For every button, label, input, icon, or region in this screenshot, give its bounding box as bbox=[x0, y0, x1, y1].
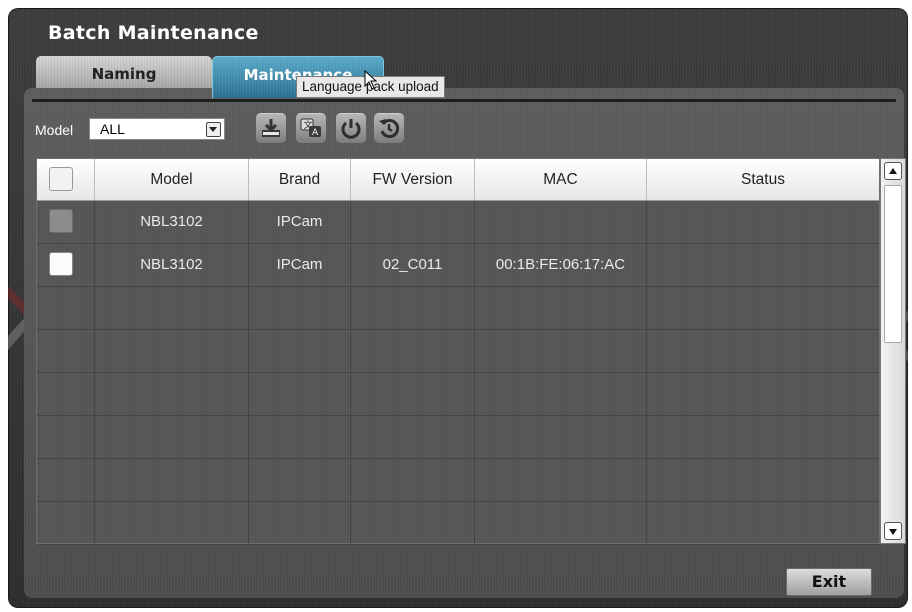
empty-cell bbox=[249, 373, 351, 415]
mouse-pointer-icon bbox=[364, 70, 378, 90]
empty-table-row bbox=[37, 459, 879, 502]
column-header-mac[interactable]: MAC bbox=[475, 159, 647, 200]
cell-status bbox=[647, 244, 879, 286]
exit-button[interactable]: Exit bbox=[786, 568, 872, 596]
empty-cell bbox=[351, 502, 475, 544]
divider bbox=[32, 99, 896, 102]
table-header: Model Brand FW Version MAC Status bbox=[37, 159, 879, 201]
empty-cell bbox=[37, 502, 95, 544]
empty-cell bbox=[475, 502, 647, 544]
column-header-brand[interactable]: Brand bbox=[249, 159, 351, 200]
cell-fw-version bbox=[351, 201, 475, 243]
empty-cell bbox=[351, 416, 475, 458]
window-title: Batch Maintenance bbox=[48, 22, 259, 44]
empty-table-row bbox=[37, 373, 879, 416]
column-header-status[interactable]: Status bbox=[647, 159, 879, 200]
cell-fw-version: 02_C011 bbox=[351, 244, 475, 286]
model-filter-select[interactable]: ALL bbox=[89, 118, 225, 140]
empty-cell bbox=[37, 287, 95, 329]
empty-cell bbox=[647, 287, 879, 329]
cell-model: NBL3102 bbox=[95, 244, 249, 286]
empty-cell bbox=[351, 330, 475, 372]
empty-cell bbox=[249, 330, 351, 372]
empty-cell bbox=[95, 330, 249, 372]
empty-table-row bbox=[37, 287, 879, 330]
language-pack-upload-icon: 文 A bbox=[300, 118, 321, 138]
row-checkbox[interactable] bbox=[49, 209, 73, 233]
cell-brand: IPCam bbox=[249, 244, 351, 286]
empty-table-row bbox=[37, 330, 879, 373]
power-icon bbox=[341, 119, 361, 139]
empty-cell bbox=[475, 330, 647, 372]
restore-icon bbox=[379, 119, 400, 138]
factory-reset-button[interactable] bbox=[374, 113, 404, 143]
column-header-fw-version[interactable]: FW Version bbox=[351, 159, 475, 200]
empty-cell bbox=[95, 287, 249, 329]
empty-cell bbox=[351, 373, 475, 415]
select-all-header bbox=[37, 159, 95, 200]
empty-cell bbox=[37, 416, 95, 458]
cell-mac: 00:1B:FE:06:17:AC bbox=[475, 244, 647, 286]
empty-cell bbox=[351, 459, 475, 501]
empty-cell bbox=[95, 502, 249, 544]
cell-brand: IPCam bbox=[249, 201, 351, 243]
table-row[interactable]: NBL3102 IPCam 02_C011 00:1B:FE:06:17:AC bbox=[37, 244, 879, 287]
empty-cell bbox=[37, 330, 95, 372]
table-row[interactable]: NBL3102 IPCam bbox=[37, 201, 879, 244]
cell-model: NBL3102 bbox=[95, 201, 249, 243]
column-header-model[interactable]: Model bbox=[95, 159, 249, 200]
chevron-down-icon[interactable] bbox=[206, 122, 221, 137]
empty-cell bbox=[249, 459, 351, 501]
scroll-down-icon[interactable] bbox=[884, 522, 902, 540]
empty-table-row bbox=[37, 416, 879, 459]
empty-cell bbox=[249, 416, 351, 458]
firmware-upgrade-icon bbox=[262, 119, 280, 137]
empty-cell bbox=[95, 373, 249, 415]
empty-cell bbox=[647, 502, 879, 544]
table-scrollbar[interactable] bbox=[880, 158, 906, 544]
empty-cell bbox=[475, 373, 647, 415]
reboot-button[interactable] bbox=[336, 113, 366, 143]
empty-cell bbox=[647, 416, 879, 458]
empty-cell bbox=[647, 330, 879, 372]
empty-cell bbox=[475, 459, 647, 501]
model-filter-value: ALL bbox=[100, 121, 125, 137]
firmware-upgrade-button[interactable] bbox=[256, 113, 286, 143]
language-pack-upload-button[interactable]: 文 A bbox=[296, 113, 326, 143]
row-checkbox-cell bbox=[37, 244, 95, 286]
device-table: Model Brand FW Version MAC Status NBL310… bbox=[36, 158, 880, 545]
row-checkbox[interactable] bbox=[49, 252, 73, 276]
empty-cell bbox=[647, 459, 879, 501]
cell-mac bbox=[475, 201, 647, 243]
empty-cell bbox=[647, 373, 879, 415]
empty-cell bbox=[95, 416, 249, 458]
empty-cell bbox=[37, 459, 95, 501]
cell-status bbox=[647, 201, 879, 243]
svg-text:A: A bbox=[312, 128, 319, 138]
empty-cell bbox=[475, 416, 647, 458]
model-filter-label: Model bbox=[35, 122, 74, 138]
scrollbar-thumb[interactable] bbox=[884, 185, 902, 343]
empty-cell bbox=[351, 287, 475, 329]
empty-cell bbox=[95, 459, 249, 501]
row-checkbox-cell bbox=[37, 201, 95, 243]
select-all-checkbox[interactable] bbox=[49, 167, 73, 191]
scroll-up-icon[interactable] bbox=[884, 162, 902, 180]
empty-cell bbox=[475, 287, 647, 329]
empty-cell bbox=[249, 502, 351, 544]
empty-cell bbox=[249, 287, 351, 329]
empty-cell bbox=[37, 373, 95, 415]
empty-table-row bbox=[37, 502, 879, 545]
